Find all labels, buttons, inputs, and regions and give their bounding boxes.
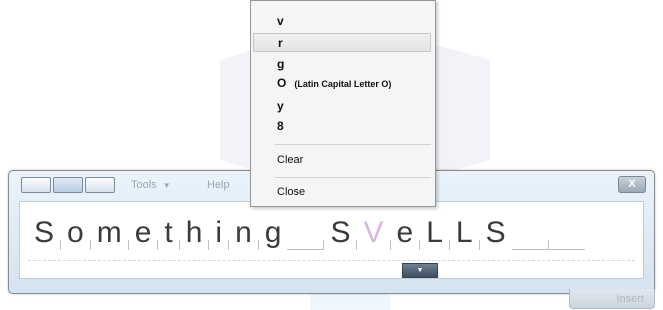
letter-cell-selected[interactable]: V bbox=[357, 216, 389, 256]
recognized-letters: S o m e t h i n g S V e L L S bbox=[28, 208, 585, 256]
menu-item-label: y bbox=[277, 99, 284, 113]
menu-item-alternate[interactable]: O (Latin Capital Letter O) bbox=[253, 74, 431, 93]
menu-item-alternate[interactable]: v bbox=[253, 12, 431, 31]
help-menu[interactable]: Help bbox=[207, 179, 230, 191]
letter-cell[interactable]: g bbox=[259, 216, 288, 256]
character-pad-button[interactable] bbox=[53, 177, 83, 193]
writing-pad-button[interactable] bbox=[21, 177, 51, 193]
menu-item-alternate[interactable]: g bbox=[253, 55, 431, 74]
letter-cell[interactable]: S bbox=[324, 216, 356, 256]
insert-button[interactable]: Insert bbox=[569, 289, 655, 309]
letter-cell[interactable]: n bbox=[229, 216, 258, 256]
correction-menu: v r g O (Latin Capital Letter O) y 8 Clea… bbox=[250, 0, 436, 207]
menu-separator bbox=[275, 144, 431, 145]
menu-item-label: O bbox=[277, 76, 287, 90]
chevron-down-icon: ▼ bbox=[162, 181, 171, 190]
menu-item-description: (Latin Capital Letter O) bbox=[294, 79, 392, 89]
menu-item-alternate[interactable]: 8 bbox=[253, 117, 431, 136]
space-cell[interactable] bbox=[511, 247, 548, 250]
menu-close[interactable]: Close bbox=[253, 182, 431, 202]
close-button[interactable]: X bbox=[618, 176, 646, 193]
menu-item-label: r bbox=[278, 36, 283, 50]
menu-item-label: g bbox=[277, 57, 285, 71]
writing-area[interactable]: S o m e t h i n g S V e L L S ▼ bbox=[19, 201, 644, 279]
letter-cell[interactable]: S bbox=[480, 216, 512, 256]
letter-cell[interactable]: t bbox=[158, 216, 178, 256]
tools-label: Tools bbox=[131, 179, 157, 191]
letter-cell[interactable]: L bbox=[450, 216, 479, 256]
menu-item-label: 8 bbox=[277, 119, 284, 133]
letter-cell[interactable]: o bbox=[61, 216, 90, 256]
letter-cell[interactable]: m bbox=[91, 216, 128, 256]
letter-cell[interactable]: S bbox=[28, 216, 60, 256]
expand-arrow-button[interactable]: ▼ bbox=[402, 263, 438, 278]
space-cell[interactable] bbox=[287, 247, 324, 250]
writing-baseline bbox=[28, 260, 635, 261]
letter-cell[interactable]: h bbox=[180, 216, 209, 256]
menu-item-alternate[interactable]: r bbox=[253, 33, 431, 52]
space-cell[interactable] bbox=[548, 247, 585, 250]
letter-cell[interactable]: L bbox=[420, 216, 449, 256]
letter-cell[interactable]: e bbox=[129, 216, 158, 256]
help-label: Help bbox=[207, 179, 230, 191]
menu-clear[interactable]: Clear bbox=[253, 150, 431, 170]
menu-item-label: v bbox=[277, 14, 284, 28]
menu-item-alternate[interactable]: y bbox=[253, 97, 431, 116]
keyboard-icon[interactable] bbox=[85, 177, 115, 193]
screen: Tools ▼ Help X S o m e t h i n g S V e L… bbox=[0, 0, 663, 310]
menu-separator bbox=[275, 177, 431, 178]
tools-menu[interactable]: Tools ▼ bbox=[131, 179, 171, 191]
letter-cell[interactable]: e bbox=[391, 216, 420, 256]
letter-cell[interactable]: i bbox=[209, 216, 228, 256]
